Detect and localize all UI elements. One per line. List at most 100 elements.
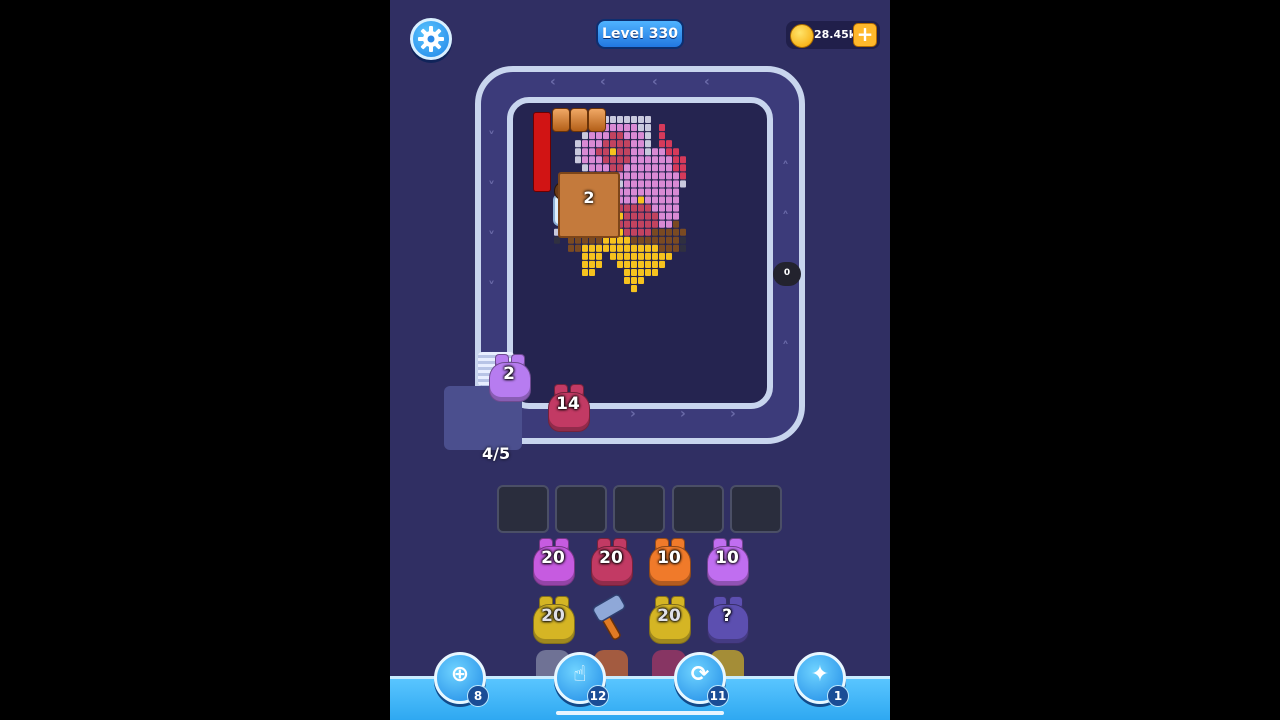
pixel-block xyxy=(631,244,637,252)
barrel-block xyxy=(570,108,588,132)
pixel-block xyxy=(652,268,658,276)
pixel-block xyxy=(610,116,616,124)
pixel-block xyxy=(666,188,672,196)
pixel-block xyxy=(617,164,623,172)
pig-tile[interactable]: 10 xyxy=(704,536,750,586)
pixel-block xyxy=(631,188,637,196)
track-arrow: ‹ xyxy=(550,74,556,90)
pixel-block xyxy=(666,220,672,228)
pixel-block xyxy=(652,188,658,196)
pixel-block xyxy=(645,204,651,212)
pixel-block xyxy=(652,156,658,164)
pixel-block xyxy=(673,148,679,156)
pixel-block xyxy=(673,172,679,180)
pixel-block xyxy=(666,236,672,244)
pixel-block xyxy=(680,172,686,180)
pixel-block xyxy=(645,188,651,196)
red-pipe-obstacle xyxy=(533,112,551,192)
pixel-block xyxy=(652,252,658,260)
pixel-block xyxy=(659,252,665,260)
pixel-block xyxy=(666,252,672,260)
pixel-block xyxy=(631,196,637,204)
pixel-block xyxy=(631,140,637,148)
pixel-block xyxy=(638,260,644,268)
queue-slot[interactable] xyxy=(497,485,549,533)
pixel-block xyxy=(673,228,679,236)
magnet-tool-button[interactable]: ✦ 1 xyxy=(794,652,849,707)
pixel-block xyxy=(652,172,658,180)
track-arrow: ˅ xyxy=(488,280,495,296)
pixel-block xyxy=(624,156,630,164)
shuffle-tool-button[interactable]: ⟳ 11 xyxy=(674,652,729,707)
queue-slot[interactable] xyxy=(730,485,782,533)
pixel-block xyxy=(624,140,630,148)
pixel-block xyxy=(659,148,665,156)
pixel-block xyxy=(624,260,630,268)
settings-button[interactable] xyxy=(410,18,452,60)
pixel-block xyxy=(645,212,651,220)
coin-amount: 28.45k xyxy=(814,28,857,41)
pixel-block xyxy=(673,164,679,172)
pixel-block xyxy=(645,260,651,268)
pixel-block xyxy=(582,268,588,276)
pixel-block xyxy=(666,164,672,172)
pixel-block xyxy=(680,156,686,164)
hand-pointer-icon: ☝ xyxy=(573,662,587,687)
pig-on-conveyor: 2 xyxy=(486,352,532,402)
pixel-block xyxy=(652,236,658,244)
pixel-block xyxy=(624,220,630,228)
pig-tile[interactable]: 10 xyxy=(646,536,692,586)
queue-slot[interactable] xyxy=(672,485,724,533)
hammer-item[interactable] xyxy=(588,594,634,642)
pixel-block xyxy=(673,180,679,188)
pixel-block xyxy=(631,220,637,228)
pixel-block xyxy=(624,180,630,188)
pixel-block xyxy=(610,252,616,260)
pixel-block xyxy=(582,140,588,148)
pig-tile[interactable]: 20 xyxy=(530,536,576,586)
pixel-block xyxy=(624,236,630,244)
pixel-block xyxy=(589,164,595,172)
pixel-block xyxy=(673,244,679,252)
pixel-block xyxy=(659,164,665,172)
pig-count: 2 xyxy=(503,364,515,384)
pixel-block xyxy=(596,244,602,252)
pixel-block xyxy=(575,244,581,252)
pixel-block xyxy=(659,188,665,196)
pixel-block xyxy=(631,228,637,236)
pixel-block xyxy=(617,124,623,132)
pig-on-track: 14 xyxy=(545,382,591,432)
pixel-block xyxy=(631,285,637,293)
queue-slot[interactable] xyxy=(555,485,607,533)
pixel-block xyxy=(680,164,686,172)
pixel-block xyxy=(645,124,651,132)
pixel-block xyxy=(582,244,588,252)
pixel-block xyxy=(659,212,665,220)
track-arrow: ‹ xyxy=(600,74,606,90)
pixel-block xyxy=(624,196,630,204)
pixel-block xyxy=(603,140,609,148)
pixel-block xyxy=(659,236,665,244)
pixel-block xyxy=(652,228,658,236)
game-screen: Level 330 28.45k + ‹ ‹ ‹ ‹ ˅ ˅ ˅ ˅ ˄ ˄ ˄… xyxy=(390,0,890,720)
add-coins-button[interactable]: + xyxy=(853,23,877,47)
pig-count: ? xyxy=(722,606,732,626)
pixel-block xyxy=(596,260,602,268)
queue-slot[interactable] xyxy=(613,485,665,533)
add-slot-tool-button[interactable]: ⊕ 8 xyxy=(434,652,489,707)
pick-tool-button[interactable]: ☝ 12 xyxy=(554,652,609,707)
barrel-block xyxy=(588,108,606,132)
pixel-block xyxy=(631,204,637,212)
pixel-block xyxy=(596,132,602,140)
pixel-block xyxy=(617,132,623,140)
pig-count: 20 xyxy=(599,548,623,568)
pixel-block xyxy=(666,228,672,236)
pixel-block xyxy=(610,156,616,164)
pixel-block xyxy=(666,180,672,188)
pig-tile[interactable]: 20 xyxy=(588,536,634,586)
pixel-block xyxy=(631,172,637,180)
pixel-block xyxy=(638,228,644,236)
pixel-block xyxy=(638,124,644,132)
pixel-block xyxy=(680,236,686,244)
pixel-block xyxy=(631,116,637,124)
